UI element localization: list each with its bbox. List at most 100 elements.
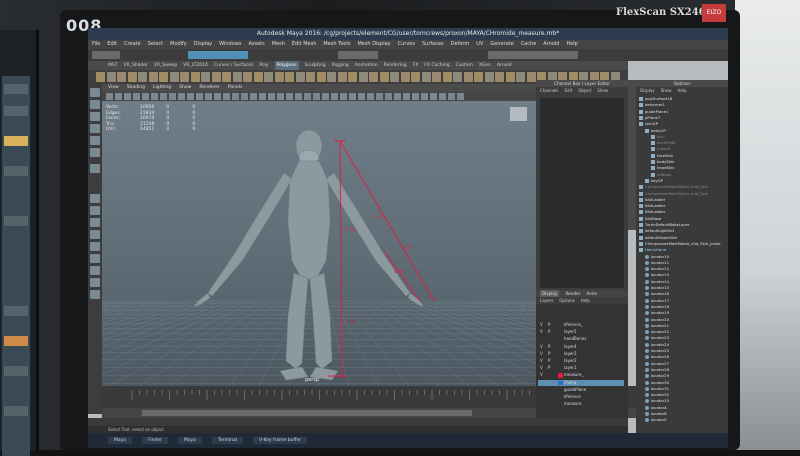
layer-row[interactable]: V Player4: [538, 344, 624, 351]
outliner-item[interactable]: locator19: [645, 310, 669, 316]
viewport-tool-icon[interactable]: [403, 93, 410, 100]
layer-playback-toggle[interactable]: P: [548, 322, 550, 329]
tool-icon[interactable]: [90, 88, 100, 97]
shelf-tool-icon[interactable]: [505, 72, 515, 82]
layer-row[interactable]: measure: [538, 401, 624, 408]
outliner-item[interactable]: headSkin: [651, 165, 675, 171]
menu-item[interactable]: Edit Mesh: [292, 40, 316, 49]
shelf-tool-icon[interactable]: [379, 72, 389, 82]
taskbar-item[interactable]: Maya: [177, 437, 202, 444]
outliner-item[interactable]: locator33: [645, 398, 669, 404]
viewport-tool-icon[interactable]: [457, 93, 464, 100]
tool-icon[interactable]: [90, 148, 100, 157]
shelf-tool-icon[interactable]: [96, 72, 105, 82]
shelf-tool-icon[interactable]: [495, 72, 504, 82]
shelf-tool-icon[interactable]: [369, 72, 378, 82]
outliner-item[interactable]: bodyGP: [645, 128, 666, 133]
tool-icon[interactable]: [90, 290, 100, 299]
layer-color-swatch[interactable]: [558, 373, 563, 378]
outliner-item[interactable]: lfAllBase: [639, 216, 661, 221]
shelf-tool-icon[interactable]: [253, 72, 263, 82]
viewport-tool-icon[interactable]: [205, 93, 212, 100]
viewport-tool-icon[interactable]: [385, 93, 392, 100]
chimp-model[interactable]: [193, 129, 425, 381]
viewport-tool-icon[interactable]: [448, 93, 455, 100]
outliner-item[interactable]: lfAllLadder: [639, 203, 665, 209]
shelf-tool-icon[interactable]: [264, 72, 273, 82]
shelf-tool-icon[interactable]: [169, 72, 179, 82]
viewport-tool-icon[interactable]: [187, 93, 194, 100]
layer-row[interactable]: chimp: [538, 379, 624, 387]
viewport-tool-icon[interactable]: [151, 93, 158, 100]
viewport-menu-item[interactable]: View: [108, 84, 119, 92]
viewport-tool-icon[interactable]: [115, 93, 122, 100]
tool-icon[interactable]: [90, 206, 100, 215]
tool-icon[interactable]: [90, 112, 100, 121]
menu-item[interactable]: Deform: [451, 40, 470, 49]
outliner-item[interactable]: locator13: [645, 272, 669, 278]
outliner-menu-item[interactable]: Help: [678, 87, 687, 94]
shelf-tool-icon[interactable]: [400, 72, 410, 82]
layer-visibility-toggle[interactable]: V: [540, 365, 543, 372]
shelf-tab[interactable]: Custom: [456, 61, 473, 70]
layer-playback-toggle[interactable]: P: [548, 365, 550, 372]
layer-row[interactable]: V Plifelence_: [538, 322, 624, 329]
shelf-tool-icon[interactable]: [421, 72, 431, 82]
outliner-item[interactable]: locator28: [645, 367, 669, 372]
menu-item[interactable]: Display: [194, 40, 212, 49]
layer-visibility-toggle[interactable]: V: [540, 351, 543, 358]
viewport-tool-icon[interactable]: [133, 93, 140, 100]
shelf-tool-icon[interactable]: [180, 72, 189, 82]
shelf-tool-icon[interactable]: [516, 72, 525, 82]
shelf-tool-icon[interactable]: [316, 72, 326, 82]
viewport-menu-item[interactable]: Show: [179, 84, 191, 92]
tool-icon[interactable]: [90, 164, 100, 173]
outliner-item[interactable]: backPlate: [651, 140, 676, 146]
outliner-item[interactable]: locator26: [645, 354, 669, 360]
tool-icon[interactable]: [90, 100, 100, 109]
menu-item[interactable]: Create: [124, 40, 141, 49]
outliner-item[interactable]: TurtleDefaultBakeLayer: [639, 222, 689, 227]
outliner-item[interactable]: locator25: [645, 348, 669, 353]
viewport-tool-icon[interactable]: [169, 93, 176, 100]
layer-row[interactable]: V Player5: [538, 329, 624, 336]
outliner-item[interactable]: locator24: [645, 342, 669, 347]
viewport-tool-icon[interactable]: [277, 93, 284, 100]
menu-item[interactable]: Mesh Display: [357, 40, 390, 49]
shelf-tool-icon[interactable]: [295, 72, 305, 82]
layer-visibility-toggle[interactable]: V: [540, 344, 543, 351]
shelf-tool-icon[interactable]: [190, 72, 200, 82]
layer-menu-item[interactable]: Help: [581, 297, 590, 304]
shelf-tool-icon[interactable]: [526, 72, 536, 82]
viewport-tool-icon[interactable]: [304, 93, 311, 100]
shelf-tool-icon[interactable]: [148, 72, 158, 82]
channel-box-menu-item[interactable]: Edit: [565, 87, 573, 94]
shelf-tool-icon[interactable]: [358, 72, 368, 82]
mode-selector[interactable]: [92, 51, 120, 59]
taskbar-item[interactable]: Maya: [108, 437, 133, 444]
shelf-tab[interactable]: Animation: [355, 61, 378, 70]
layer-visibility-toggle[interactable]: V: [540, 322, 543, 329]
viewport-tool-icon[interactable]: [412, 93, 419, 100]
viewport-tool-icon[interactable]: [295, 93, 302, 100]
layer-playback-toggle[interactable]: P: [548, 358, 550, 365]
shelf-tab[interactable]: FX: [413, 61, 419, 70]
viewport-3d[interactable]: 1.52 0.71 0.55 0.49 1.05 Verts: 10926 0 0 Edges:…: [102, 101, 536, 386]
outliner-item[interactable]: moveIt: [651, 146, 670, 152]
viewport-tool-icon[interactable]: [349, 93, 356, 100]
shelf-tab[interactable]: MST: [108, 61, 118, 70]
menu-item[interactable]: Mesh: [272, 40, 285, 49]
layer-playback-toggle[interactable]: P: [548, 344, 550, 351]
viewport-tool-icon[interactable]: [241, 93, 248, 100]
outliner-item[interactable]: locator22: [645, 329, 669, 335]
tool-icon[interactable]: [90, 124, 100, 133]
outliner-item[interactable]: lfAllLadder: [639, 209, 665, 215]
shelf-tool-icon[interactable]: [117, 72, 126, 82]
tool-icon[interactable]: [90, 218, 100, 227]
shelf-tab[interactable]: VR_Sweep: [154, 61, 177, 70]
shelf-tool-icon[interactable]: [463, 72, 473, 82]
viewport-tool-icon[interactable]: [142, 93, 149, 100]
side-panel-tabs[interactable]: [628, 80, 636, 230]
menu-item[interactable]: Help: [566, 40, 577, 49]
viewport-tool-icon[interactable]: [313, 93, 320, 100]
